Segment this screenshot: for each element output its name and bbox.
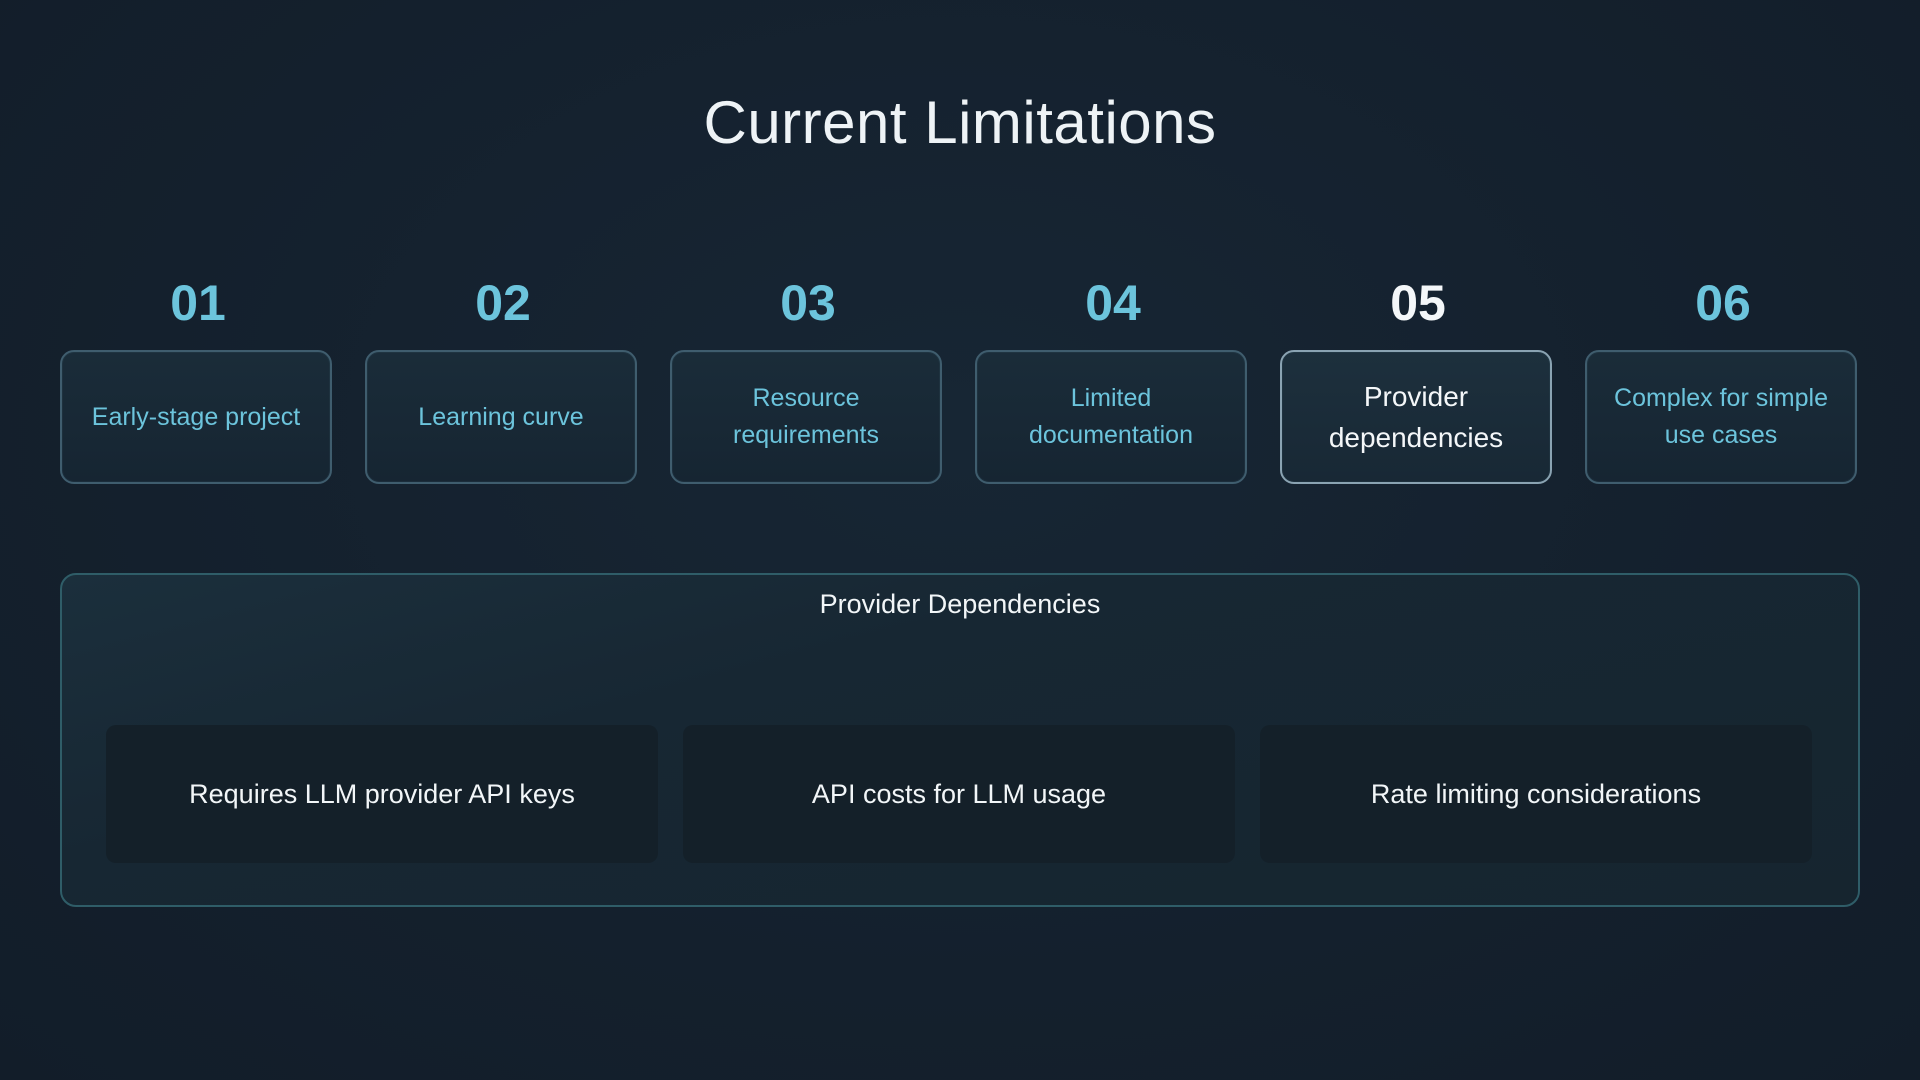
item-number: 04 xyxy=(1085,275,1141,331)
limitation-item-04[interactable]: 04 Limited documentation xyxy=(975,270,1251,490)
detail-point: Rate limiting considerations xyxy=(1260,725,1812,863)
item-card[interactable]: Provider dependencies xyxy=(1280,350,1552,484)
limitation-item-02[interactable]: 02 Learning curve xyxy=(365,270,641,490)
detail-title: Provider Dependencies xyxy=(819,589,1101,619)
limitation-item-01[interactable]: 01 Early-stage project xyxy=(60,270,336,490)
presentation-slide: Current Limitations 01 Early-stage proje… xyxy=(0,0,1920,1080)
detail-points: Requires LLM provider API keys API costs… xyxy=(106,725,1816,863)
detail-panel: Provider Dependencies Requires LLM provi… xyxy=(60,573,1860,907)
item-card[interactable]: Resource requirements xyxy=(670,350,942,484)
detail-point: API costs for LLM usage xyxy=(683,725,1235,863)
slide-title: Current Limitations xyxy=(703,89,1217,156)
item-number: 02 xyxy=(475,275,531,331)
limitation-item-06[interactable]: 06 Complex for simple use cases xyxy=(1585,270,1861,490)
limitation-item-03[interactable]: 03 Resource requirements xyxy=(670,270,946,490)
item-card[interactable]: Limited documentation xyxy=(975,350,1247,484)
item-card[interactable]: Early-stage project xyxy=(60,350,332,484)
detail-point: Requires LLM provider API keys xyxy=(106,725,658,863)
item-number: 03 xyxy=(780,275,836,331)
item-card[interactable]: Complex for simple use cases xyxy=(1585,350,1857,484)
item-card[interactable]: Learning curve xyxy=(365,350,637,484)
item-number: 01 xyxy=(170,275,226,331)
item-number: 06 xyxy=(1695,275,1751,331)
limitation-item-05[interactable]: 05 Provider dependencies xyxy=(1280,270,1556,490)
item-number: 05 xyxy=(1390,275,1446,331)
limitations-list: 01 Early-stage project 02 Learning curve… xyxy=(60,270,1860,490)
